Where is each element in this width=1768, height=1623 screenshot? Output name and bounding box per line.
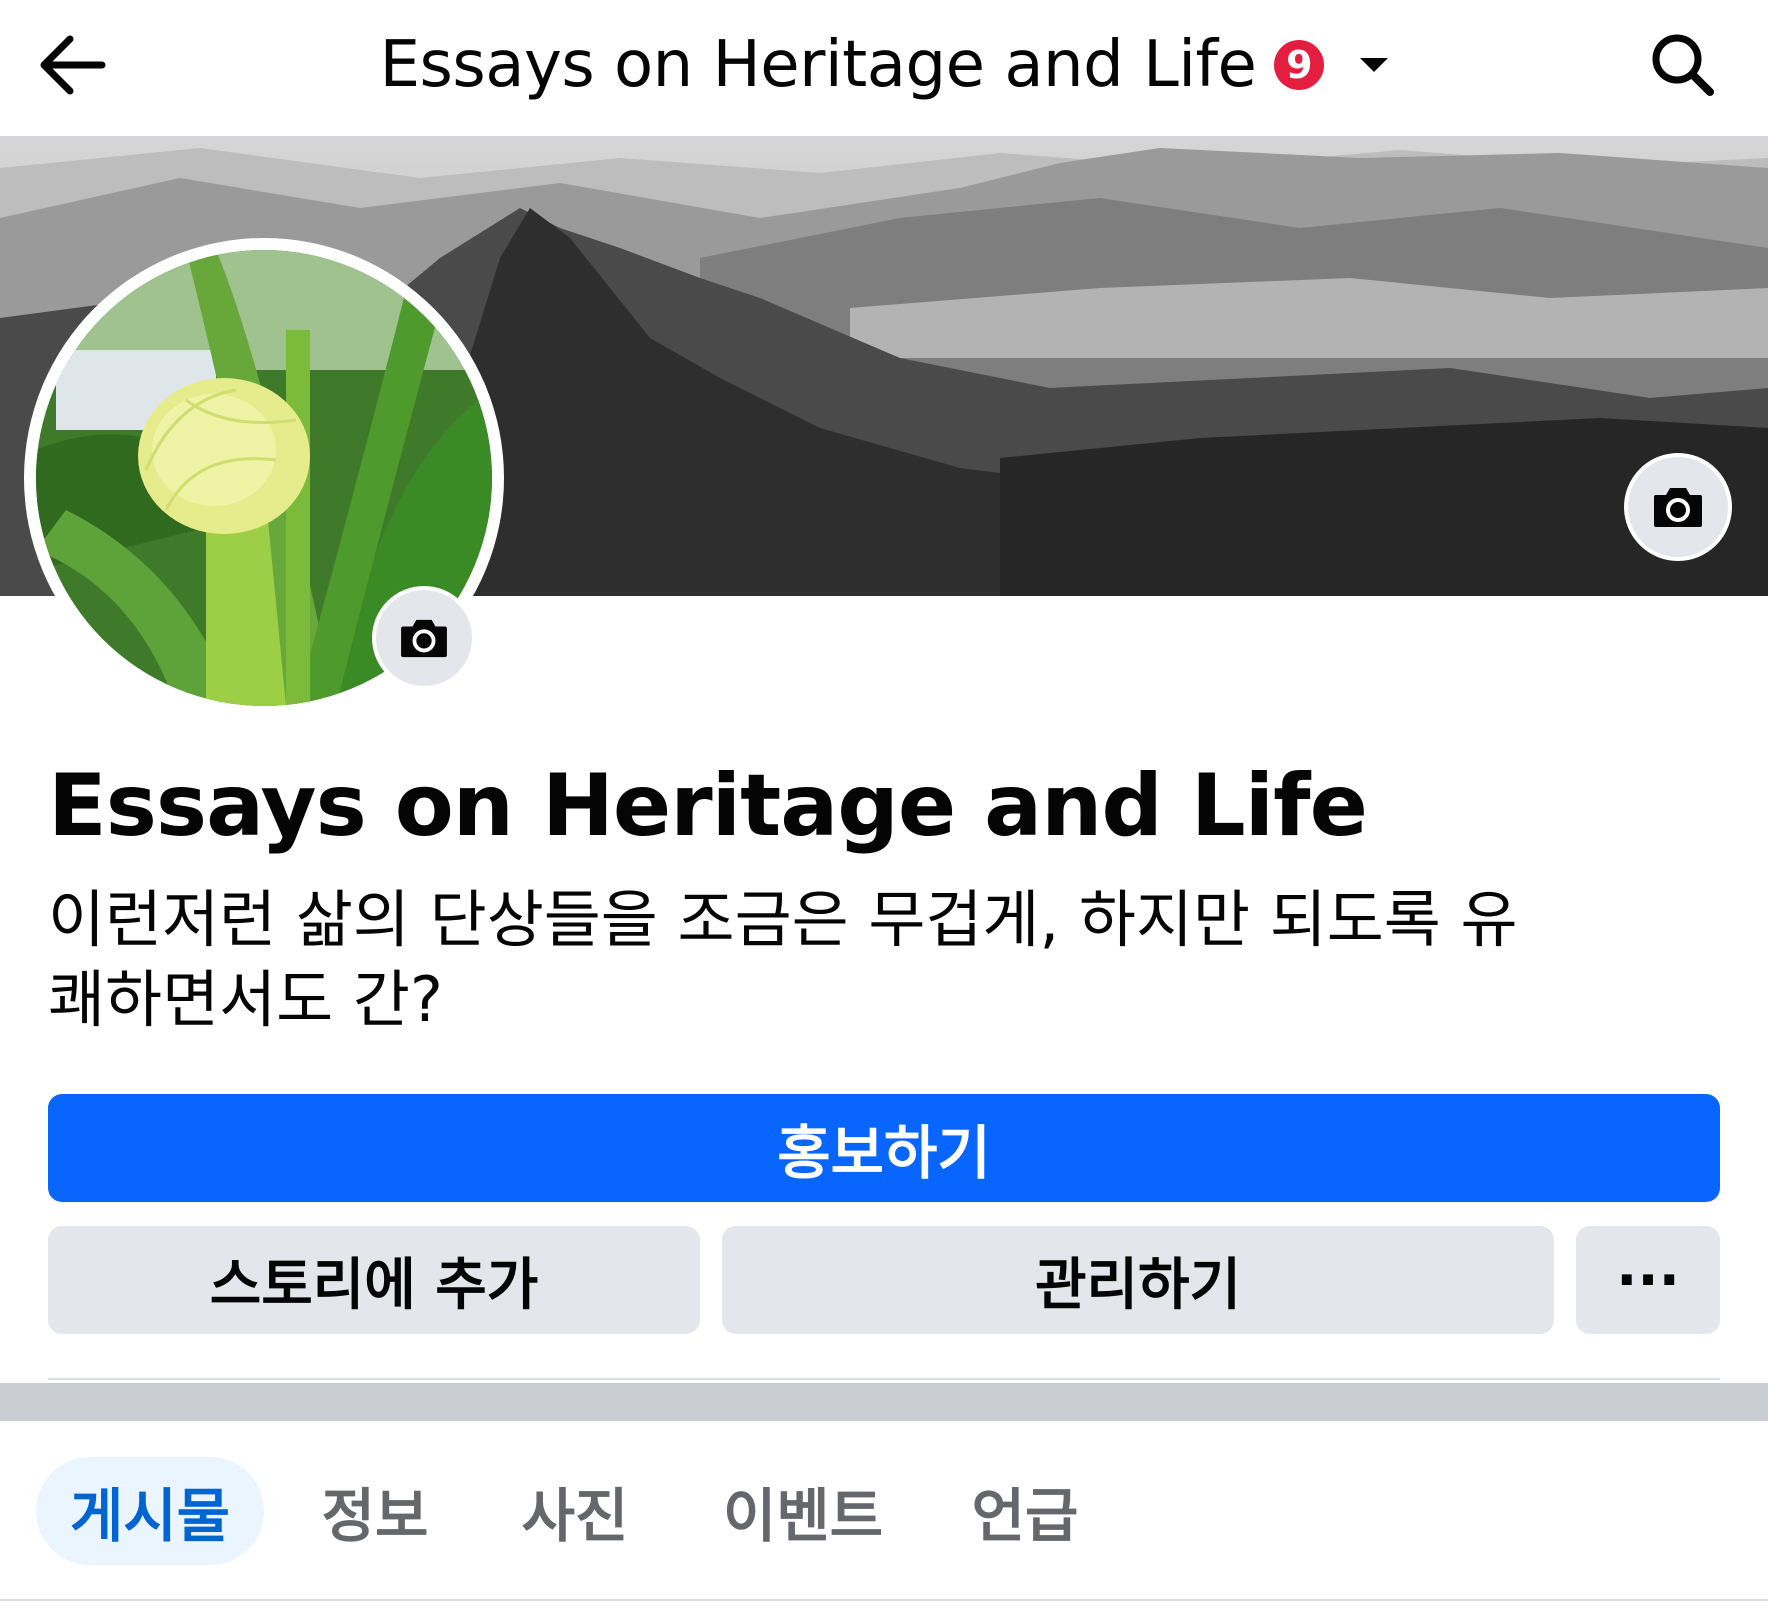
header-title: Essays on Heritage and Life	[379, 28, 1257, 102]
profile-camera-button[interactable]	[372, 586, 476, 690]
promote-button[interactable]: 홍보하기	[48, 1094, 1720, 1202]
tab-about[interactable]: 정보	[290, 1457, 460, 1565]
profile-tabs: 게시물 정보 사진 이벤트 언급	[0, 1421, 1768, 1601]
search-icon	[1652, 34, 1714, 96]
tab-events[interactable]: 이벤트	[696, 1457, 910, 1565]
header-title-group[interactable]: Essays on Heritage and Life 9	[0, 0, 1768, 130]
tab-posts[interactable]: 게시물	[36, 1457, 264, 1565]
tab-mentions[interactable]: 언급	[940, 1457, 1110, 1565]
tabs-bottom-divider	[0, 1599, 1768, 1601]
notification-badge: 9	[1274, 40, 1325, 90]
more-options-button[interactable]: ···	[1576, 1226, 1720, 1334]
page-name: Essays on Heritage and Life	[48, 756, 1368, 856]
section-separator	[0, 1383, 1768, 1421]
cover-camera-button[interactable]	[1624, 453, 1732, 561]
camera-icon	[401, 619, 447, 658]
search-button[interactable]	[1648, 30, 1718, 100]
caret-down-icon[interactable]	[1360, 58, 1389, 72]
page-description: 이런저런 삶의 단상들을 조금은 무겁게, 하지만 되도록 유쾌하면서도 간?	[48, 883, 1518, 1036]
tab-photos[interactable]: 사진	[490, 1457, 660, 1565]
manage-button[interactable]: 관리하기	[722, 1226, 1554, 1334]
add-to-story-button[interactable]: 스토리에 추가	[48, 1226, 700, 1334]
divider	[48, 1378, 1720, 1380]
camera-icon	[1654, 488, 1702, 527]
